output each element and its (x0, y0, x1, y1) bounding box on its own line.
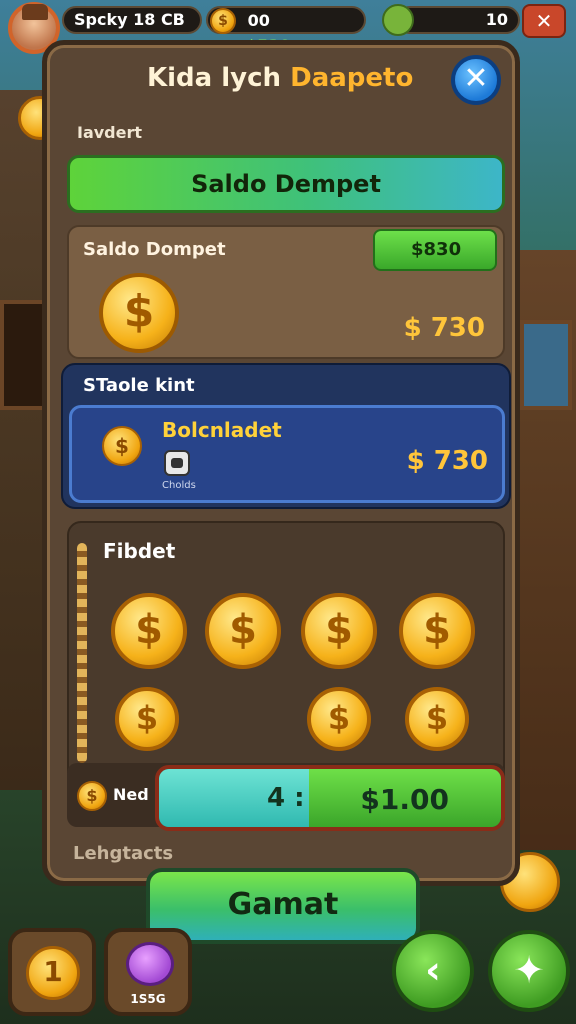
dialog-title: Kida lych Daapeto (147, 63, 413, 93)
coin-menu-button[interactable]: 1 (8, 928, 96, 1016)
wallet-balance-card: Saldo Dompet $830 $ $ 730 (67, 225, 505, 359)
coin-icon[interactable]: $ (205, 593, 281, 669)
notification-button[interactable]: 1S5G (104, 928, 192, 1016)
coins-card-label: Fibdet (103, 539, 176, 563)
hat-icon (22, 4, 48, 20)
background-sign (0, 300, 46, 410)
coin-icon: $ (210, 8, 236, 34)
stack-card: STaole kint $ Bolcnladet Cholds $ 730 (61, 363, 511, 509)
background-picture (520, 320, 572, 410)
coin-icon[interactable]: $ (301, 593, 377, 669)
back-button[interactable]: ‹ (392, 930, 474, 1012)
progress-row: $ Ned 4 : $1.00 (67, 763, 505, 831)
stack-item-name: Bolcnladet (162, 418, 282, 442)
hud-close-button[interactable]: ✕ (522, 4, 566, 38)
coin-icon[interactable]: $ (405, 687, 469, 751)
player-name: Spcky 18 CB (74, 10, 185, 29)
wallet-amount: $ 730 (403, 313, 485, 343)
stack-item-amount: $ 730 (406, 446, 488, 476)
chest-icon (164, 450, 190, 476)
wallet-card-label: Saldo Dompet (83, 239, 226, 260)
balance-pill-value: $830 (411, 239, 462, 260)
coin-icon[interactable]: $ (111, 593, 187, 669)
coin-icon[interactable]: $ (307, 687, 371, 751)
progress-row-label: Ned (113, 785, 149, 804)
progress-bar[interactable]: 4 : $1.00 (155, 765, 505, 831)
leaf-icon[interactable] (382, 4, 414, 36)
footer-label: Lehgtacts (73, 843, 174, 864)
section-label: Iavdert (77, 123, 143, 142)
currency-pill: $ 00 $530 (206, 6, 366, 55)
progress-left-text: 4 : (267, 783, 305, 813)
close-button[interactable]: ✕ (451, 55, 501, 105)
saldo-dempet-button[interactable]: Saldo Dempet (67, 155, 505, 213)
share-button[interactable]: ✦ (488, 930, 570, 1012)
coin-icon[interactable]: $ (399, 593, 475, 669)
coin-icon: 1 (26, 946, 80, 1000)
stack-item-sub: Cholds (162, 480, 196, 491)
rope-decoration (77, 543, 87, 763)
dialog-title-part1: Kida lych (147, 63, 282, 93)
coin-icon[interactable]: $ (115, 687, 179, 751)
stack-item-row[interactable]: $ Bolcnladet Cholds $ 730 (69, 405, 505, 503)
coin-icon: $ (77, 781, 107, 811)
player-name-pill: Spcky 18 CB (62, 6, 202, 34)
level-value: 10 (485, 10, 508, 29)
coin-icon: $ (102, 426, 142, 466)
balance-pill[interactable]: $830 (373, 229, 497, 271)
level-pill: 10 (396, 6, 520, 34)
dialog-title-part2: Daapeto (290, 63, 414, 93)
notification-label: 1S5G (130, 992, 166, 1006)
chat-bubble-icon (126, 942, 174, 986)
gamat-button[interactable]: Gamat (146, 868, 420, 944)
coin-count: 00 (247, 10, 270, 30)
wallet-dialog: Kida lych Daapeto ✕ Iavdert Saldo Dempet… (42, 40, 520, 886)
stack-card-label: STaole kint (83, 375, 195, 396)
top-hud: Spcky 18 CB $ 00 $530 10 ✕ (0, 0, 576, 55)
big-coin-icon: $ (99, 273, 179, 353)
progress-value: $1.00 (360, 783, 449, 816)
